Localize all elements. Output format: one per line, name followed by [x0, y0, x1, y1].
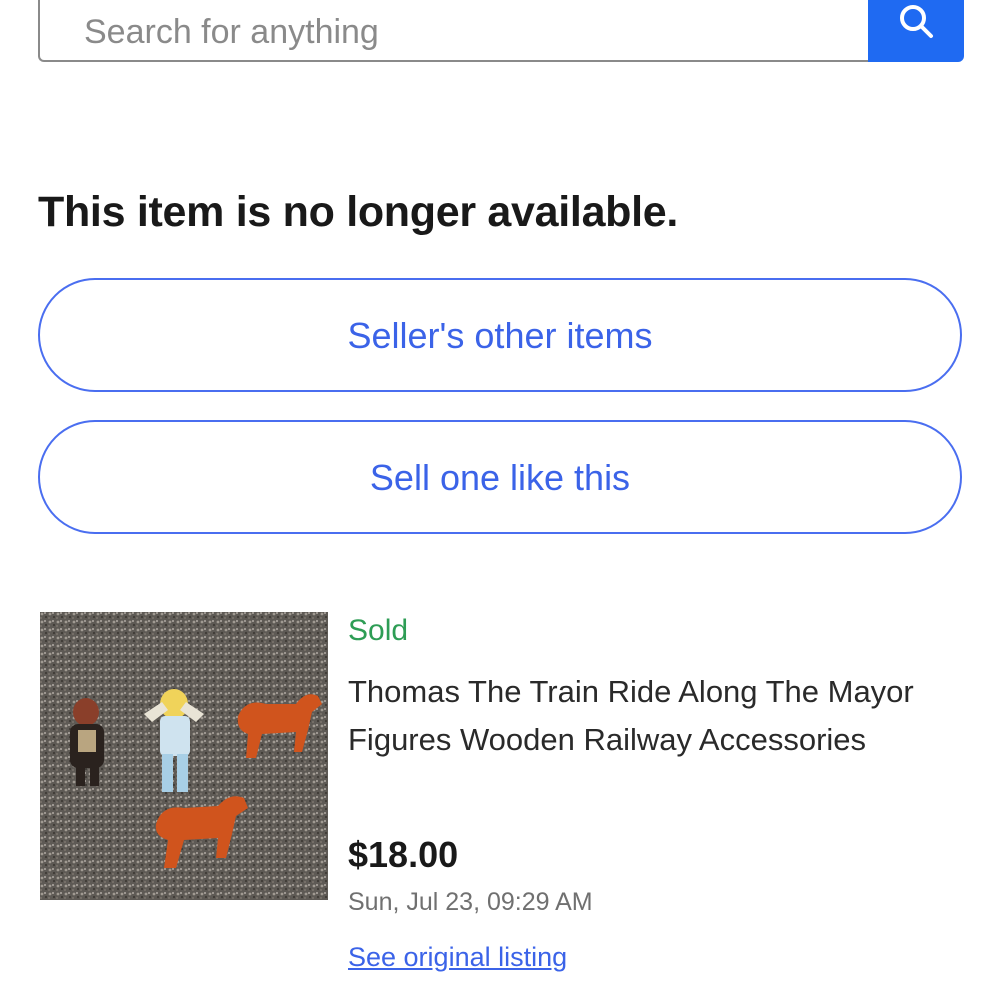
unavailable-heading: This item is no longer available. [38, 188, 679, 236]
listing-title[interactable]: Thomas The Train Ride Along The Mayor Fi… [348, 668, 928, 764]
search-input[interactable] [38, 0, 868, 62]
sell-one-like-this-button[interactable]: Sell one like this [38, 420, 962, 534]
search-bar [38, 0, 964, 66]
search-button[interactable] [868, 0, 964, 62]
listing-thumbnail[interactable] [40, 612, 328, 900]
sellers-other-items-button[interactable]: Seller's other items [38, 278, 962, 392]
listing-price: $18.00 [348, 834, 459, 875]
item-unavailable-page: This item is no longer available. Seller… [0, 0, 1000, 1000]
see-original-listing-link[interactable]: See original listing [348, 942, 567, 973]
listing-status: Sold [348, 614, 409, 647]
search-icon [897, 2, 935, 40]
listing-date: Sun, Jul 23, 09:29 AM [348, 888, 593, 916]
